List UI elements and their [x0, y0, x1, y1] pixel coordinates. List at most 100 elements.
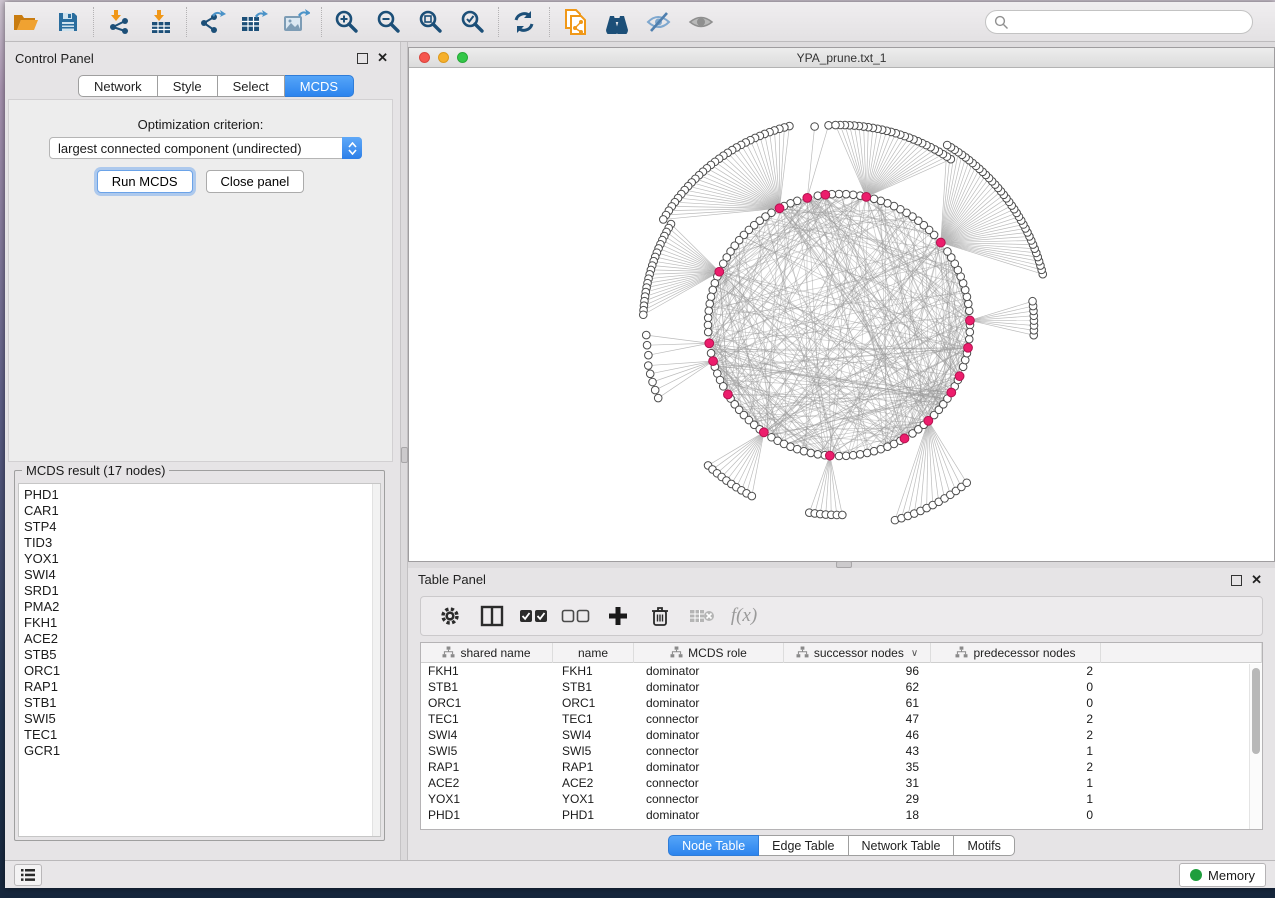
table-row[interactable]: SWI4SWI4dominator462 [421, 727, 1262, 743]
hide-selected-button[interactable] [638, 5, 680, 39]
float-panel-icon[interactable] [1231, 575, 1242, 586]
minimize-window-icon[interactable] [438, 52, 449, 63]
column-header-mcds-role[interactable]: MCDS role [634, 643, 784, 663]
zoom-out-button[interactable] [368, 5, 410, 39]
column-header-predecessor-nodes[interactable]: predecessor nodes [931, 643, 1101, 663]
table-cell: YOX1 [553, 791, 634, 807]
list-item[interactable]: STP4 [19, 519, 380, 535]
list-item[interactable]: PHD1 [19, 487, 380, 503]
table-cell: SWI4 [421, 727, 553, 743]
list-item[interactable]: STB5 [19, 647, 380, 663]
save-icon [56, 10, 80, 34]
network-canvas[interactable] [409, 68, 1274, 561]
close-window-icon[interactable] [419, 52, 430, 63]
float-panel-icon[interactable] [357, 53, 368, 64]
zoom-in-button[interactable] [326, 5, 368, 39]
splitter-grip[interactable] [401, 447, 408, 463]
tab-select[interactable]: Select [218, 75, 285, 97]
list-item[interactable]: PMA2 [19, 599, 380, 615]
mcds-list-scrollbar[interactable] [372, 484, 380, 836]
tab-network-table[interactable]: Network Table [849, 835, 955, 856]
application-window: Control Panel ✕ NetworkStyleSelectMCDS O… [5, 2, 1275, 888]
list-item[interactable]: FKH1 [19, 615, 380, 631]
create-column-button[interactable] [601, 601, 635, 631]
list-item[interactable]: TID3 [19, 535, 380, 551]
close-panel-icon[interactable]: ✕ [1251, 573, 1262, 587]
table-row[interactable]: TEC1TEC1connector472 [421, 711, 1262, 727]
function-builder-button[interactable]: f(x) [727, 601, 761, 631]
mcds-result-groupbox: MCDS result (17 nodes) PHD1CAR1STP4TID3Y… [14, 470, 385, 841]
table-cell: 2 [931, 727, 1101, 743]
table-row[interactable]: SWI5SWI5connector431 [421, 743, 1262, 759]
list-item[interactable]: SWI5 [19, 711, 380, 727]
select-all-button[interactable] [517, 601, 551, 631]
delete-table-button[interactable] [685, 601, 719, 631]
delete-column-button[interactable] [643, 601, 677, 631]
save-session-button[interactable] [47, 5, 89, 39]
tab-motifs[interactable]: Motifs [954, 835, 1014, 856]
table-row[interactable]: PHD1PHD1dominator180 [421, 807, 1262, 823]
tab-network[interactable]: Network [78, 75, 158, 97]
table-cell: SWI5 [421, 743, 553, 759]
list-item[interactable]: SWI4 [19, 567, 380, 583]
table-row[interactable]: FKH1FKH1dominator962 [421, 663, 1262, 679]
network-window-title: YPA_prune.txt_1 [797, 51, 887, 65]
criterion-dropdown[interactable]: largest connected component (undirected) [49, 137, 362, 159]
import-network-button[interactable] [98, 5, 140, 39]
table-row[interactable]: YOX1YOX1connector291 [421, 791, 1262, 807]
show-column-button[interactable] [475, 601, 509, 631]
column-header-shared-name[interactable]: shared name [421, 643, 553, 663]
control-panel-tabs: NetworkStyleSelectMCDS [78, 75, 354, 97]
export-table-button[interactable] [233, 5, 275, 39]
search-input[interactable] [985, 10, 1253, 34]
first-neighbors-button[interactable] [596, 5, 638, 39]
unselect-all-button[interactable] [559, 601, 593, 631]
export-image-button[interactable] [275, 5, 317, 39]
table-row[interactable]: RAP1RAP1dominator352 [421, 759, 1262, 775]
open-file-button[interactable] [5, 5, 47, 39]
show-all-button[interactable] [680, 5, 722, 39]
table-row[interactable]: ORC1ORC1dominator610 [421, 695, 1262, 711]
list-item[interactable]: YOX1 [19, 551, 380, 567]
table-row[interactable]: STB1STB1dominator620 [421, 679, 1262, 695]
column-header-successor-nodes[interactable]: successor nodes∨ [784, 643, 931, 663]
tab-node-table[interactable]: Node Table [668, 835, 759, 856]
list-item[interactable]: GCR1 [19, 743, 380, 759]
task-history-button[interactable] [14, 864, 42, 886]
zoom-selected-button[interactable] [452, 5, 494, 39]
copy-network-icon [562, 8, 588, 36]
zoom-fit-icon [418, 9, 444, 35]
scrollbar-thumb[interactable] [1252, 668, 1260, 754]
list-item[interactable]: RAP1 [19, 679, 380, 695]
network-window-titlebar[interactable]: YPA_prune.txt_1 [409, 48, 1274, 68]
binoculars-icon [602, 10, 632, 34]
list-item[interactable]: CAR1 [19, 503, 380, 519]
close-panel-icon[interactable]: ✕ [377, 51, 388, 65]
table-settings-button[interactable] [433, 601, 467, 631]
run-mcds-button[interactable]: Run MCDS [97, 170, 193, 193]
tab-mcds[interactable]: MCDS [285, 75, 354, 97]
tab-edge-table[interactable]: Edge Table [759, 835, 848, 856]
list-item[interactable]: TEC1 [19, 727, 380, 743]
memory-button[interactable]: Memory [1179, 863, 1266, 887]
list-item[interactable]: ACE2 [19, 631, 380, 647]
column-header-name[interactable]: name [553, 643, 634, 663]
zoom-fit-button[interactable] [410, 5, 452, 39]
list-item[interactable]: STB1 [19, 695, 380, 711]
vertical-splitter[interactable] [401, 42, 408, 860]
import-table-button[interactable] [140, 5, 182, 39]
import-table-icon [148, 9, 174, 35]
export-network-button[interactable] [191, 5, 233, 39]
table-row[interactable]: ACE2ACE2connector311 [421, 775, 1262, 791]
tab-style[interactable]: Style [158, 75, 218, 97]
table-scrollbar[interactable] [1249, 664, 1262, 829]
close-panel-button[interactable]: Close panel [206, 170, 305, 193]
list-item[interactable]: SRD1 [19, 583, 380, 599]
refresh-layout-button[interactable] [503, 5, 545, 39]
maximize-window-icon[interactable] [457, 52, 468, 63]
copy-network-button[interactable] [554, 5, 596, 39]
splitter-grip[interactable] [836, 561, 852, 568]
mcds-result-list[interactable]: PHD1CAR1STP4TID3YOX1SWI4SRD1PMA2FKH1ACE2… [18, 483, 381, 837]
export-network-icon [198, 9, 226, 35]
list-item[interactable]: ORC1 [19, 663, 380, 679]
